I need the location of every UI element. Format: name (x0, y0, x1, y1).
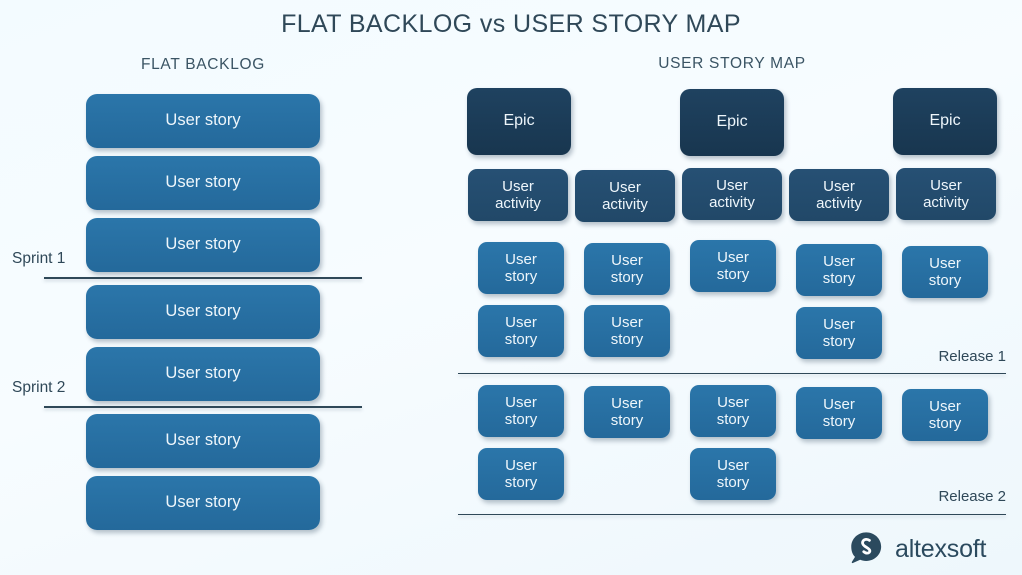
story-line-2: story (504, 268, 538, 285)
speech-bubble-logo-icon (851, 532, 882, 564)
activity-line-2: activity (495, 195, 541, 212)
story-card[interactable]: User story (690, 385, 776, 437)
story-line-1: User (505, 393, 537, 411)
backlog-card[interactable]: User story (86, 347, 320, 401)
story-line-2: story (504, 411, 538, 428)
story-line-2: story (504, 331, 538, 348)
epic-card[interactable]: Epic (467, 88, 571, 155)
story-line-2: story (610, 331, 644, 348)
user-activity-card[interactable]: User activity (468, 169, 568, 221)
backlog-card[interactable]: User story (86, 94, 320, 148)
story-card[interactable]: User story (690, 240, 776, 292)
release-2-divider (458, 514, 1006, 515)
backlog-card[interactable]: User story (86, 476, 320, 530)
logo-wordmark: altexsoft (895, 534, 987, 563)
story-line-1: User (929, 397, 961, 415)
page-title: FLAT BACKLOG vs USER STORY MAP (281, 10, 741, 38)
activity-line-2: activity (602, 196, 648, 213)
story-line-2: story (504, 474, 538, 491)
story-line-1: User (505, 313, 537, 331)
story-line-1: User (611, 394, 643, 412)
story-line-2: story (610, 269, 644, 286)
sprint-2-label: Sprint 2 (12, 379, 66, 396)
user-activity-card[interactable]: User activity (575, 170, 675, 222)
story-card[interactable]: User story (584, 386, 670, 438)
story-line-1: User (717, 456, 749, 474)
user-activity-card[interactable]: User activity (789, 169, 889, 221)
story-line-1: User (505, 250, 537, 268)
story-line-1: User (717, 248, 749, 266)
altexsoft-logo: altexsoft (850, 531, 987, 567)
user-activity-card[interactable]: User activity (896, 168, 996, 220)
backlog-card[interactable]: User story (86, 414, 320, 468)
story-card[interactable]: User story (796, 244, 882, 296)
activity-line-2: activity (923, 194, 969, 211)
backlog-card[interactable]: User story (86, 156, 320, 210)
story-card[interactable]: User story (478, 448, 564, 500)
backlog-card[interactable]: User story (86, 218, 320, 272)
story-card[interactable]: User story (584, 243, 670, 295)
story-card[interactable]: User story (902, 389, 988, 441)
story-line-1: User (505, 456, 537, 474)
story-line-2: story (716, 411, 750, 428)
story-card[interactable]: User story (478, 385, 564, 437)
user-story-map-heading: USER STORY MAP (658, 55, 806, 72)
activity-line-2: activity (816, 195, 862, 212)
story-line-2: story (928, 272, 962, 289)
story-line-2: story (822, 270, 856, 287)
sprint-1-divider (44, 277, 362, 279)
flat-backlog-heading: FLAT BACKLOG (140, 56, 266, 73)
backlog-card[interactable]: User story (86, 285, 320, 339)
epic-card[interactable]: Epic (680, 89, 784, 156)
story-line-1: User (823, 252, 855, 270)
activity-line-2: activity (709, 194, 755, 211)
release-2-label: Release 2 (938, 488, 1006, 505)
activity-line-1: User (823, 177, 855, 195)
sprint-1-label: Sprint 1 (12, 250, 66, 267)
story-card[interactable]: User story (902, 246, 988, 298)
activity-line-1: User (609, 178, 641, 196)
activity-line-1: User (716, 176, 748, 194)
story-line-2: story (716, 266, 750, 283)
release-1-label: Release 1 (938, 348, 1006, 365)
story-line-2: story (822, 413, 856, 430)
sprint-2-divider (44, 406, 362, 408)
story-line-2: story (928, 415, 962, 432)
story-card[interactable]: User story (690, 448, 776, 500)
story-line-2: story (610, 412, 644, 429)
story-line-1: User (929, 254, 961, 272)
story-line-2: story (716, 474, 750, 491)
diagram-canvas: FLAT BACKLOG vs USER STORY MAP FLAT BACK… (0, 0, 1022, 575)
story-line-1: User (823, 315, 855, 333)
story-line-2: story (822, 333, 856, 350)
activity-line-1: User (930, 176, 962, 194)
story-card[interactable]: User story (478, 242, 564, 294)
story-card[interactable]: User story (478, 305, 564, 357)
story-card[interactable]: User story (796, 387, 882, 439)
epic-card[interactable]: Epic (893, 88, 997, 155)
release-1-divider (458, 373, 1006, 374)
story-line-1: User (823, 395, 855, 413)
story-line-1: User (611, 251, 643, 269)
story-line-1: User (611, 313, 643, 331)
story-line-1: User (717, 393, 749, 411)
story-card[interactable]: User story (584, 305, 670, 357)
activity-line-1: User (502, 177, 534, 195)
user-activity-card[interactable]: User activity (682, 168, 782, 220)
